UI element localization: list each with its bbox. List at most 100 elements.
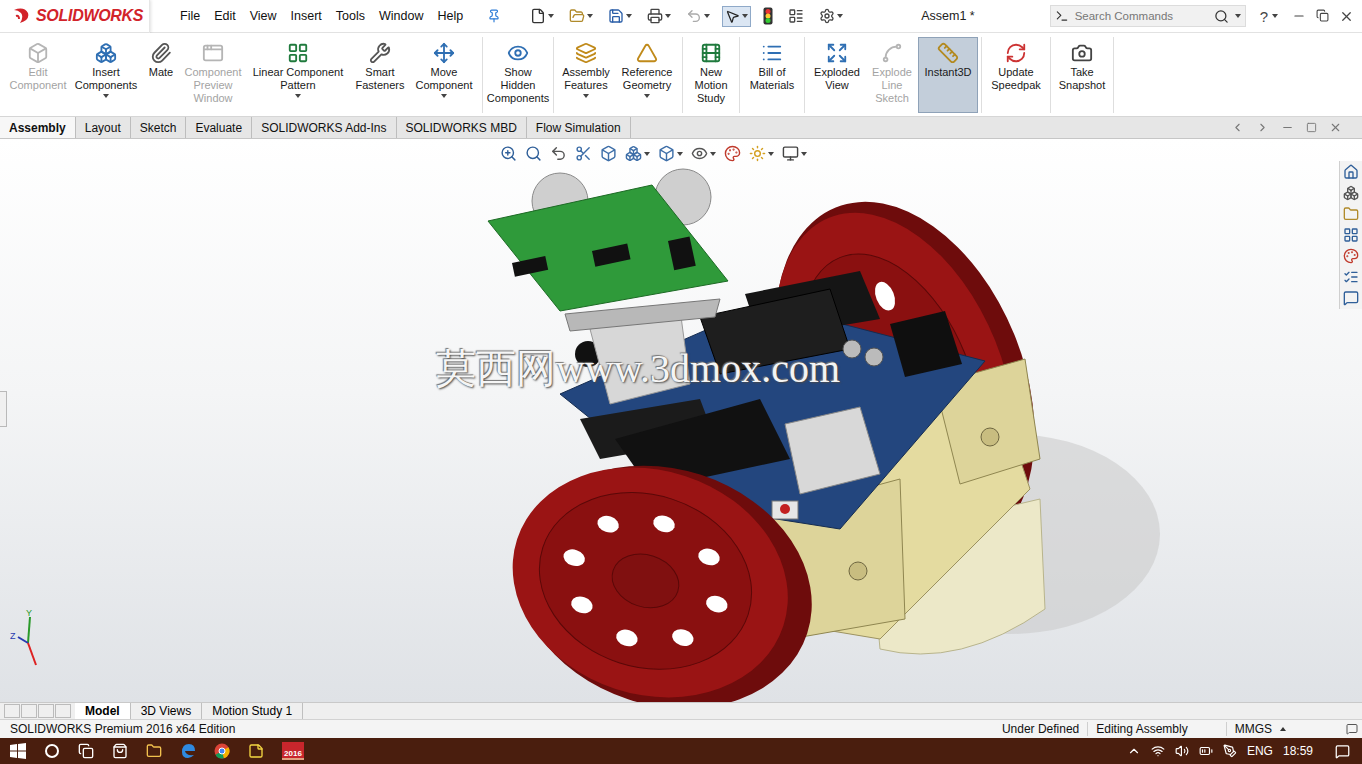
close-icon[interactable] bbox=[1339, 9, 1354, 24]
model-tab[interactable]: 3D Views bbox=[131, 703, 202, 719]
scene-button[interactable] bbox=[749, 145, 774, 162]
task-pane-button[interactable] bbox=[1343, 227, 1359, 243]
notifications-icon[interactable] bbox=[1335, 744, 1350, 759]
file-properties-button[interactable] bbox=[785, 5, 807, 27]
app-logo[interactable]: SOLIDWORKS bbox=[0, 0, 150, 33]
previous-view-button[interactable] bbox=[550, 145, 567, 162]
menu-item[interactable]: Edit bbox=[214, 7, 236, 25]
print-button[interactable] bbox=[644, 5, 674, 27]
zoom-area-button[interactable] bbox=[525, 145, 542, 162]
menu-item[interactable]: Tools bbox=[336, 7, 365, 25]
maximize-icon[interactable] bbox=[1306, 122, 1317, 133]
save-button[interactable] bbox=[605, 5, 635, 27]
ribbon-button[interactable]: Instant3D bbox=[918, 37, 978, 113]
open-button[interactable] bbox=[566, 5, 596, 27]
dropdown-arrow-icon[interactable] bbox=[441, 94, 447, 98]
dropdown-arrow-icon[interactable] bbox=[583, 94, 589, 98]
tile-right-icon[interactable] bbox=[1256, 121, 1269, 134]
ribbon-button[interactable]: Smart Fasteners bbox=[351, 37, 409, 113]
minimize-icon[interactable] bbox=[1281, 121, 1294, 134]
wifi-icon[interactable] bbox=[1151, 744, 1165, 758]
search-field[interactable]: Search Commands bbox=[1050, 5, 1246, 27]
rebuild-button[interactable] bbox=[760, 4, 776, 28]
menu-item[interactable]: Window bbox=[379, 7, 423, 25]
menu-item[interactable]: Insert bbox=[291, 7, 322, 25]
task-pane-button[interactable] bbox=[1343, 185, 1359, 201]
sticky-notes-button[interactable] bbox=[248, 743, 264, 759]
ribbon-button[interactable]: New Motion Study bbox=[686, 37, 736, 113]
volume-icon[interactable] bbox=[1175, 744, 1189, 758]
cortana-icon[interactable] bbox=[44, 743, 60, 759]
nav-arrow[interactable] bbox=[55, 704, 71, 718]
model-tab[interactable]: Motion Study 1 bbox=[202, 703, 303, 719]
ribbon-button[interactable]: Component Preview Window bbox=[181, 37, 245, 113]
minimize-icon[interactable] bbox=[1292, 9, 1306, 23]
ribbon-button[interactable]: Update Speedpak bbox=[985, 37, 1047, 113]
chrome-icon[interactable] bbox=[214, 743, 230, 759]
command-tab[interactable]: Flow Simulation bbox=[527, 117, 631, 138]
input-language[interactable]: ENG bbox=[1247, 744, 1273, 758]
ribbon-button[interactable]: Move Component bbox=[409, 37, 479, 113]
hide-show-button[interactable] bbox=[691, 145, 716, 162]
show-hidden-icons-icon[interactable] bbox=[1127, 744, 1141, 758]
section-view-button[interactable] bbox=[575, 145, 592, 162]
assembly-model[interactable] bbox=[0, 139, 1362, 702]
menu-item[interactable]: Help bbox=[438, 7, 464, 25]
task-pane-button[interactable] bbox=[1343, 248, 1359, 264]
tile-left-icon[interactable] bbox=[1231, 121, 1244, 134]
close-icon[interactable] bbox=[1329, 121, 1342, 134]
dropdown-arrow-icon[interactable] bbox=[644, 94, 650, 98]
ribbon-button[interactable]: Take Snapshot bbox=[1054, 37, 1110, 113]
clock[interactable]: 18:59 bbox=[1283, 744, 1313, 758]
command-tab[interactable]: SOLIDWORKS MBD bbox=[397, 117, 527, 138]
ribbon-button[interactable]: Edit Component bbox=[5, 37, 71, 113]
command-tab[interactable]: Evaluate bbox=[186, 117, 252, 138]
dropdown-arrow-icon[interactable] bbox=[103, 94, 109, 98]
pin-button[interactable] bbox=[487, 9, 501, 23]
command-tab[interactable]: Assembly bbox=[0, 117, 76, 138]
pen-icon[interactable] bbox=[1223, 744, 1237, 758]
nav-arrow[interactable] bbox=[38, 704, 54, 718]
ribbon-button[interactable]: Show Hidden Components bbox=[486, 37, 550, 113]
ribbon-button[interactable]: Mate bbox=[141, 37, 181, 113]
view-settings-button[interactable] bbox=[782, 145, 807, 162]
view-orientation-button[interactable] bbox=[625, 145, 650, 162]
ribbon-button[interactable]: Bill of Materials bbox=[743, 37, 801, 113]
battery-icon[interactable] bbox=[1199, 744, 1213, 758]
dynamic-annotation-button[interactable] bbox=[600, 145, 617, 162]
restore-icon[interactable] bbox=[1316, 9, 1329, 22]
explorer-button[interactable] bbox=[146, 743, 162, 759]
ribbon-button[interactable]: Linear Component Pattern bbox=[245, 37, 351, 113]
store-button[interactable] bbox=[112, 743, 128, 759]
ribbon-button[interactable]: Insert Components bbox=[71, 37, 141, 113]
ribbon-button[interactable]: Assembly Features bbox=[557, 37, 615, 113]
menu-item[interactable]: View bbox=[250, 7, 277, 25]
comment-icon[interactable] bbox=[1346, 723, 1358, 735]
zoom-fit-button[interactable] bbox=[500, 145, 517, 162]
units-system[interactable]: MMGS bbox=[1226, 722, 1280, 736]
ribbon-button[interactable]: Exploded View bbox=[808, 37, 866, 113]
task-view-button[interactable] bbox=[78, 743, 94, 759]
task-pane-button[interactable] bbox=[1343, 290, 1359, 306]
dropdown-arrow-icon[interactable] bbox=[295, 94, 301, 98]
ribbon-button[interactable]: Explode Line Sketch bbox=[866, 37, 918, 113]
windows-start-icon[interactable] bbox=[10, 743, 26, 759]
ribbon-button[interactable]: Reference Geometry bbox=[615, 37, 679, 113]
help-button[interactable]: ? bbox=[1260, 8, 1278, 25]
edge-icon[interactable] bbox=[180, 743, 196, 759]
model-tab[interactable]: Model bbox=[75, 703, 131, 719]
task-pane-button[interactable] bbox=[1343, 206, 1359, 222]
display-style-button[interactable] bbox=[658, 145, 683, 162]
undo-button[interactable] bbox=[683, 5, 713, 27]
nav-arrow[interactable] bbox=[21, 704, 37, 718]
menu-item[interactable]: File bbox=[180, 7, 200, 25]
solidworks-taskbar-app[interactable]: 2016 bbox=[282, 742, 304, 760]
new-button[interactable] bbox=[527, 5, 557, 27]
units-menu-icon[interactable] bbox=[1280, 727, 1286, 731]
command-tab[interactable]: SOLIDWORKS Add-Ins bbox=[252, 117, 396, 138]
edit-appearance-button[interactable] bbox=[724, 145, 741, 162]
nav-arrow[interactable] bbox=[4, 704, 20, 718]
select-button[interactable] bbox=[722, 6, 751, 27]
task-pane-button[interactable] bbox=[1343, 164, 1359, 180]
options-button[interactable] bbox=[816, 5, 846, 27]
